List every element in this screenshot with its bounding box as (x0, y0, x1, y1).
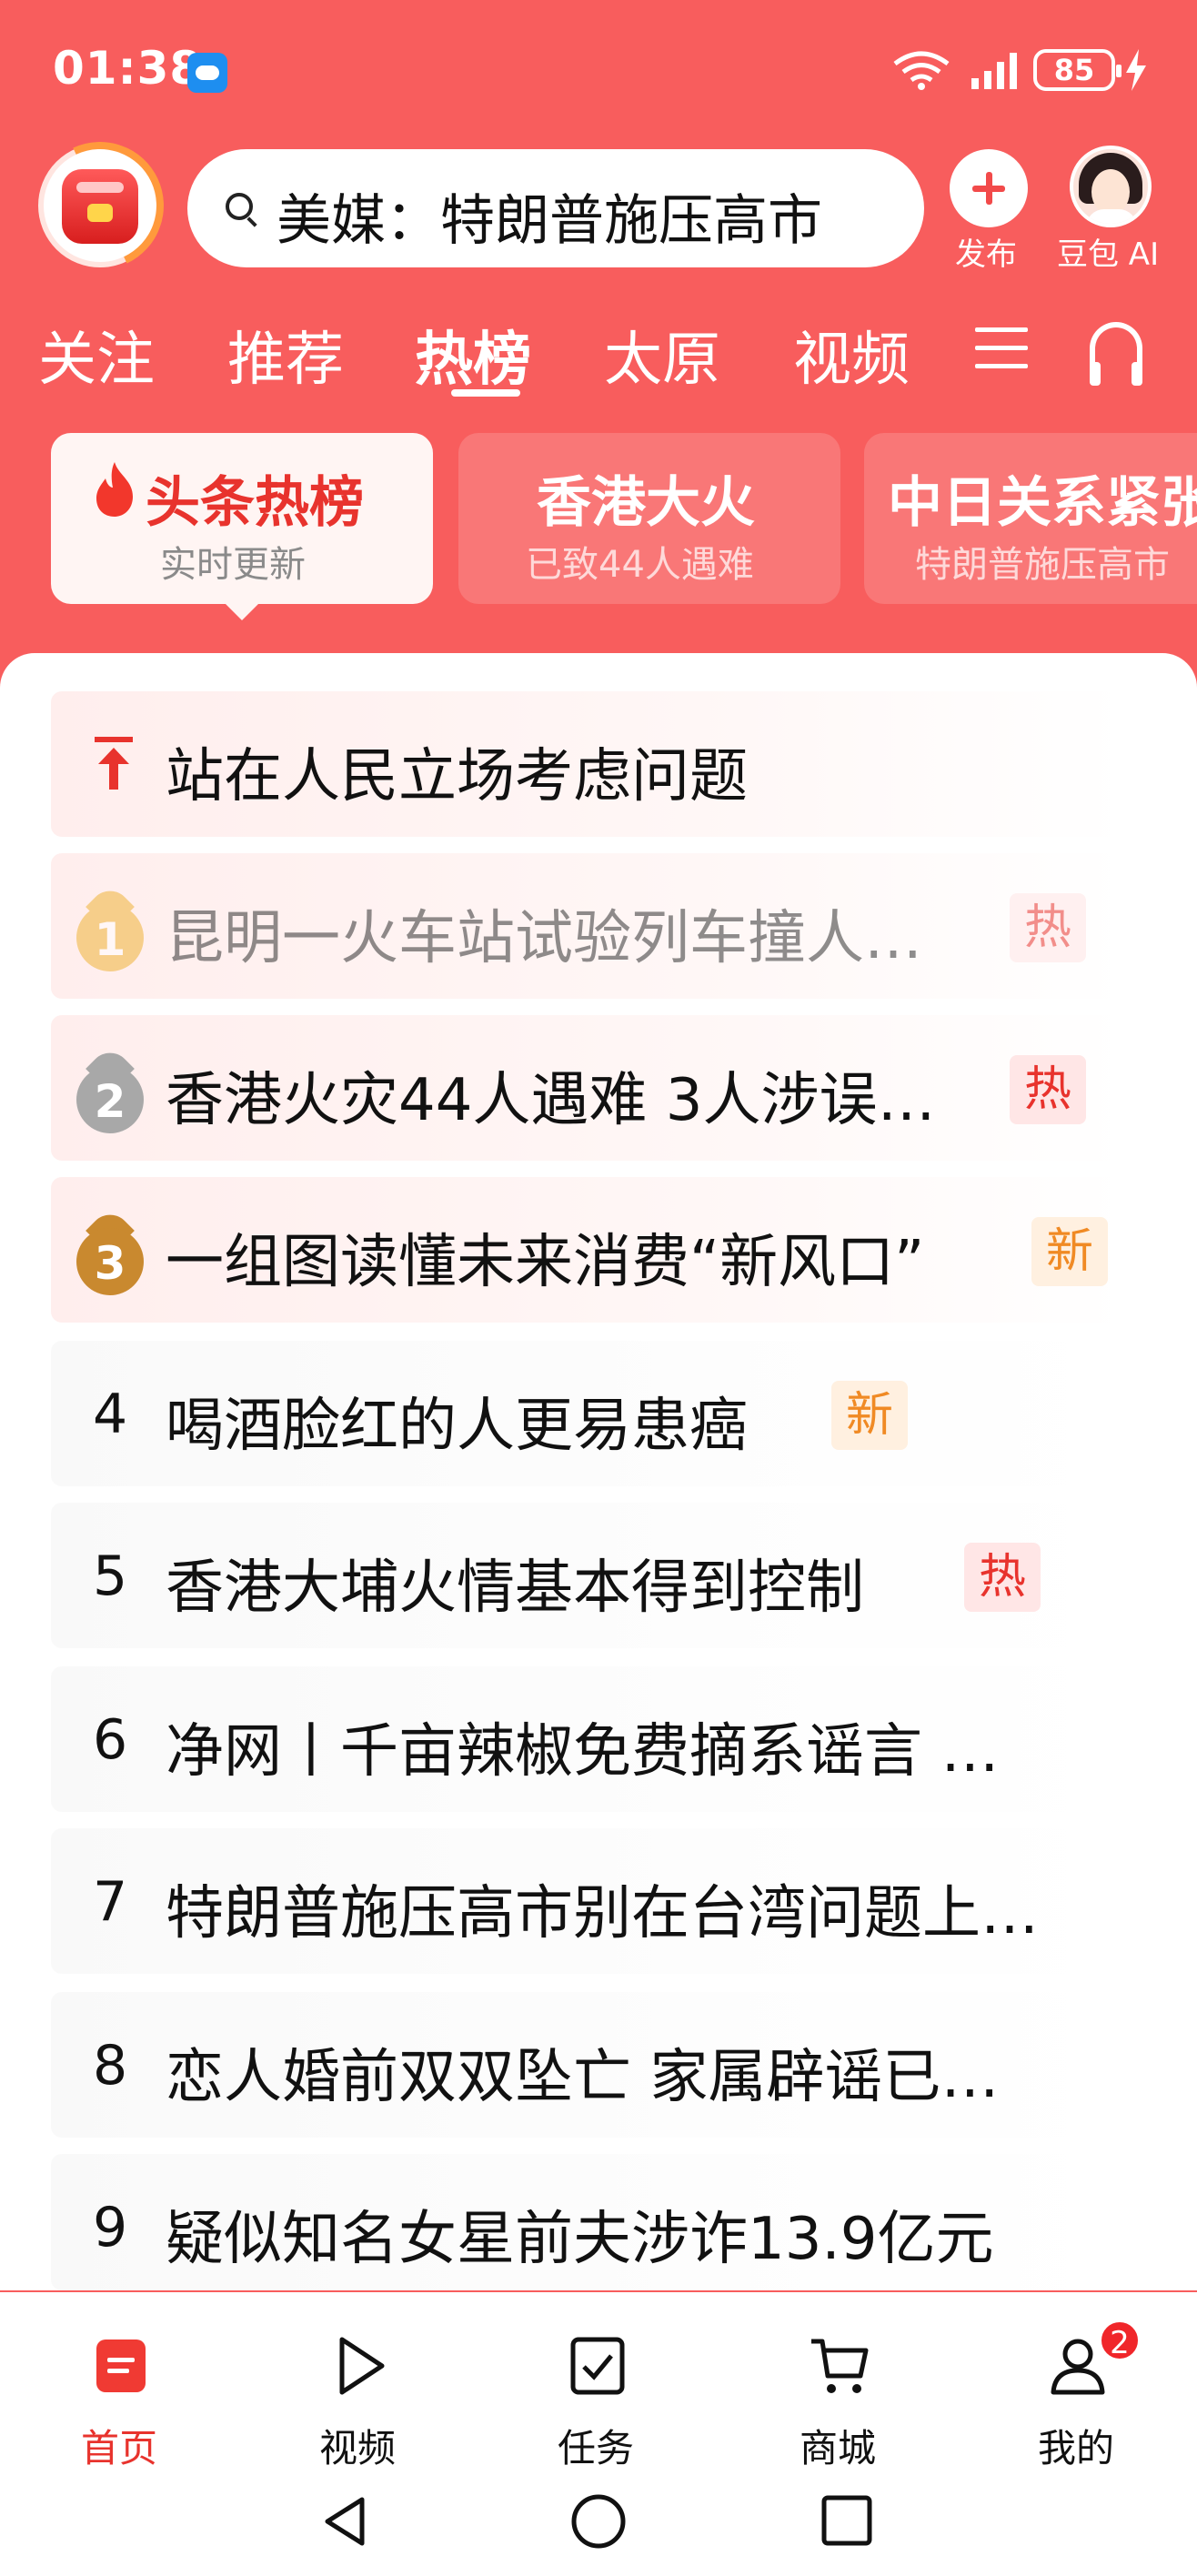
search-bar[interactable]: 美媒：特朗普施压高市 (187, 149, 924, 267)
nav-profile[interactable]: 2 我的 (1008, 2319, 1144, 2474)
rank-number: 4 (93, 1383, 128, 1446)
nav-tasks[interactable]: 任务 (528, 2319, 664, 2474)
hot-list-row-7[interactable]: 7 特朗普施压高市别在台湾问题上… (51, 1828, 1124, 1974)
rank-number: 6 (93, 1708, 128, 1772)
nav-label: 视频 (318, 2426, 396, 2470)
tab-video[interactable]: 视频 (793, 313, 910, 397)
weather-icon (187, 53, 227, 93)
hot-list-row-pinned[interactable]: 站在人民立场考虑问题 (51, 691, 1124, 837)
tab-follow[interactable]: 关注 (38, 313, 155, 397)
hot-item-title: 一组图读懂未来消费“新风口” (166, 1229, 925, 1296)
charging-icon (1126, 49, 1146, 91)
active-tab-indicator (451, 389, 520, 397)
tab-recommend[interactable]: 推荐 (227, 313, 344, 397)
topic-card-title: 头条热榜 (146, 471, 364, 535)
recent-apps-icon[interactable] (820, 2494, 873, 2547)
hot-item-title: 香港火灾44人遇难 3人涉误… (166, 1067, 936, 1134)
hot-item-title: 站在人民立场考虑问题 (166, 743, 748, 810)
red-packet-logo[interactable] (18, 124, 182, 287)
hot-tag: 热 (964, 1543, 1041, 1612)
wifi-icon (893, 51, 950, 90)
topic-card-title: 香港大火 (537, 471, 755, 535)
hot-item-title: 喝酒脸红的人更易患癌 (166, 1393, 748, 1460)
nav-label: 商城 (799, 2426, 876, 2470)
hot-tag: 热 (1010, 1055, 1086, 1124)
rank-number: 8 (93, 2034, 128, 2098)
hot-list-row-2[interactable]: 2 香港火灾44人遇难 3人涉误… 热 (51, 1015, 1124, 1161)
back-icon[interactable] (320, 2494, 371, 2549)
card-pointer (222, 600, 262, 620)
system-nav-bar (0, 2467, 1197, 2576)
topic-card-china-japan[interactable]: 中日关系紧张 特朗普施压高市 (864, 433, 1197, 604)
notification-badge: 2 (1099, 2319, 1141, 2361)
pin-top-icon (95, 737, 133, 790)
hot-list-row-9[interactable]: 9 疑似知名女星前夫涉诈13.9亿元 (51, 2154, 1124, 2290)
headset-icon[interactable] (1090, 322, 1142, 386)
rank-2-medal-icon: 2 (76, 1044, 144, 1135)
topic-card-hot-list[interactable]: 头条热榜 实时更新 (51, 433, 433, 604)
task-icon (570, 2337, 625, 2395)
cart-icon (811, 2339, 869, 2393)
hot-item-title: 净网丨千亩辣椒免费摘系谣言 … (166, 1718, 1000, 1786)
channel-menu-icon[interactable] (975, 327, 1028, 369)
nav-mall[interactable]: 商城 (770, 2319, 906, 2474)
status-time: 01:38 (53, 42, 203, 95)
home-icon (96, 2340, 146, 2392)
nav-label: 我的 (1037, 2426, 1114, 2470)
hot-item-title: 香港大埔火情基本得到控制 (166, 1555, 864, 1622)
topic-card-title: 中日关系紧张 (888, 471, 1197, 535)
rank-3-medal-icon: 3 (76, 1206, 144, 1297)
battery-icon: 85 (1033, 49, 1122, 91)
flame-icon (96, 462, 133, 517)
hot-item-title: 疑似知名女星前夫涉诈13.9亿元 (166, 2206, 994, 2273)
hot-list-row-1[interactable]: 1 昆明一火车站试验列车撞人… 热 (51, 853, 1124, 999)
new-tag: 新 (831, 1381, 908, 1450)
doubao-ai-avatar[interactable] (1070, 146, 1152, 227)
hot-item-title: 恋人婚前双双坠亡 家属辟谣已… (166, 2044, 1000, 2111)
topic-card-subtitle: 特朗普施压高市 (915, 544, 1170, 586)
hot-item-title: 昆明一火车站试验列车撞人… (166, 905, 922, 972)
search-icon (226, 193, 253, 220)
publish-label[interactable]: 发布 (955, 229, 1017, 274)
topic-card-hk-fire[interactable]: 香港大火 已致44人遇难 (458, 433, 840, 604)
nav-label: 首页 (80, 2426, 157, 2470)
rank-number: 3 (94, 1237, 126, 1290)
signal-icon (971, 53, 1017, 89)
red-packet-icon (62, 169, 138, 244)
nav-label: 任务 (557, 2426, 634, 2470)
rank-number: 5 (93, 1545, 128, 1608)
hot-list-row-5[interactable]: 5 香港大埔火情基本得到控制 热 (51, 1503, 1124, 1648)
hot-list-row-6[interactable]: 6 净网丨千亩辣椒免费摘系谣言 … (51, 1666, 1124, 1812)
rank-number: 7 (93, 1870, 128, 1934)
hot-tag: 热 (1010, 893, 1086, 962)
status-bar: 01:38 85 (0, 0, 1197, 136)
doubao-ai-label[interactable]: 豆包 AI (1057, 229, 1159, 274)
topic-card-subtitle: 实时更新 (160, 544, 306, 586)
nav-video[interactable]: 视频 (289, 2319, 426, 2474)
hot-list-row-4[interactable]: 4 喝酒脸红的人更易患癌 新 (51, 1341, 1124, 1486)
battery-level: 85 (1053, 53, 1095, 87)
play-icon (339, 2337, 385, 2395)
hot-list-row-8[interactable]: 8 恋人婚前双双坠亡 家属辟谣已… (51, 1992, 1124, 2138)
tab-hot-list[interactable]: 热榜 (415, 313, 531, 397)
tab-taiyuan[interactable]: 太原 (604, 313, 720, 397)
publish-button[interactable] (950, 149, 1028, 227)
home-circle-icon[interactable] (569, 2492, 628, 2551)
search-hint-text: 美媒：特朗普施压高市 (277, 189, 822, 253)
rank-number: 2 (94, 1075, 126, 1128)
hot-item-title: 特朗普施压高市别在台湾问题上… (166, 1880, 1039, 1947)
rank-number: 1 (94, 913, 126, 966)
rank-1-medal-icon: 1 (76, 882, 144, 973)
new-tag: 新 (1031, 1217, 1108, 1286)
hot-list-row-3[interactable]: 3 一组图读懂未来消费“新风口” 新 (51, 1177, 1124, 1323)
nav-home[interactable]: 首页 (51, 2319, 187, 2474)
topic-card-subtitle: 已致44人遇难 (526, 544, 754, 586)
rank-number: 9 (93, 2196, 128, 2259)
